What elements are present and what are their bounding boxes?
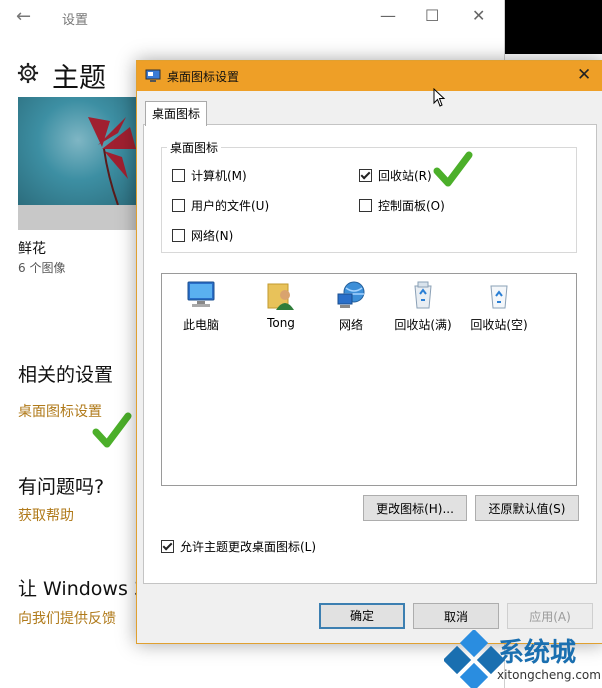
user-folder-icon — [267, 283, 294, 310]
checkbox-box[interactable] — [172, 199, 185, 212]
checkbox-box[interactable] — [359, 199, 372, 212]
dialog-close-icon[interactable]: ✕ — [577, 65, 591, 85]
list-item-this-pc[interactable]: 此电脑 — [166, 280, 236, 333]
checkbox-user-files[interactable]: 用户的文件(U) — [172, 197, 269, 214]
green-checkmark-icon — [92, 412, 132, 448]
list-item-recycle-bin-full[interactable]: 回收站(满) — [388, 280, 458, 333]
questions-heading: 有问题吗? — [18, 476, 105, 498]
list-item-user[interactable]: Tong — [246, 280, 316, 330]
recycle-bin-full-icon — [414, 281, 432, 309]
restore-default-button[interactable]: 还原默认值(S) — [475, 495, 579, 521]
related-settings-heading: 相关的设置 — [18, 364, 114, 386]
gear-icon — [17, 62, 39, 84]
checkbox-box[interactable] — [359, 169, 372, 182]
checkbox-network[interactable]: 网络(N) — [172, 227, 233, 244]
make-windows-better-heading: 让 Windows 3 — [18, 578, 146, 600]
close-icon[interactable]: ✕ — [472, 6, 485, 25]
back-arrow-icon[interactable]: ← — [16, 6, 31, 27]
checkbox-label: 允许主题更改桌面图标(L) — [180, 540, 317, 554]
network-icon — [337, 281, 365, 308]
theme-name: 鲜花 — [18, 241, 46, 257]
maximize-icon[interactable]: ☐ — [425, 6, 439, 25]
mouse-cursor-icon — [433, 88, 446, 107]
page-title: 主题 — [52, 63, 106, 94]
theme-preview-bar — [18, 205, 138, 230]
theme-image-count: 6 个图像 — [18, 261, 66, 275]
checkbox-allow-themes[interactable]: 允许主题更改桌面图标(L) — [161, 538, 316, 555]
checkbox-box[interactable] — [161, 540, 174, 553]
cancel-button[interactable]: 取消 — [413, 603, 499, 629]
checkbox-label: 计算机(M) — [191, 169, 247, 183]
change-icon-button[interactable]: 更改图标(H)... — [363, 495, 467, 521]
checkbox-label: 回收站(R) — [378, 169, 432, 183]
minimize-icon[interactable]: — — [380, 6, 396, 25]
checkbox-box[interactable] — [172, 229, 185, 242]
checkbox-recycle-bin[interactable]: 回收站(R) — [359, 167, 432, 184]
checkbox-label: 用户的文件(U) — [191, 199, 270, 213]
icon-label: 回收站(空) — [470, 318, 528, 332]
dialog-title: 桌面图标设置 — [167, 70, 240, 84]
dialog-titlebar[interactable]: 桌面图标设置 ✕ — [137, 61, 602, 91]
icon-list: 此电脑 Tong 网络 回收站(满) 回收站(空) — [161, 273, 577, 486]
apply-button[interactable]: 应用(A) — [507, 603, 593, 629]
desktop-settings-icon — [145, 69, 161, 82]
group-title: 桌面图标 — [167, 139, 222, 156]
settings-title: 设置 — [62, 13, 89, 28]
tab-desktop-icons[interactable]: 桌面图标 — [145, 101, 208, 126]
list-item-network[interactable]: 网络 — [316, 280, 386, 333]
checkbox-control-panel[interactable]: 控制面板(O) — [359, 197, 445, 214]
theme-preview[interactable] — [18, 97, 138, 230]
checkbox-label: 网络(N) — [191, 229, 234, 243]
computer-icon — [187, 281, 215, 307]
recycle-bin-empty-icon — [490, 285, 508, 309]
desktop-icon-settings-dialog: 桌面图标设置 ✕ 桌面图标 桌面图标 计算机(M) 回收站(R) 用户的文件(U… — [136, 60, 602, 644]
background-area — [505, 0, 602, 54]
checkbox-label: 控制面板(O) — [378, 199, 445, 213]
watermark-brand: 系统城 — [498, 638, 577, 668]
icon-label: 网络 — [338, 318, 363, 332]
icon-label: 回收站(满) — [394, 318, 452, 332]
theme-preview-image — [18, 97, 138, 206]
settings-titlebar: ← 设置 — ☐ ✕ — [0, 0, 504, 34]
ok-button[interactable]: 确定 — [319, 603, 405, 629]
flower-image — [88, 117, 136, 206]
green-checkmark-icon — [433, 151, 473, 187]
icon-label: Tong — [267, 316, 295, 330]
get-help-link[interactable]: 获取帮助 — [18, 505, 74, 525]
checkbox-box[interactable] — [172, 169, 185, 182]
desktop-icon-settings-link[interactable]: 桌面图标设置 — [18, 401, 102, 421]
list-item-recycle-bin-empty[interactable]: 回收站(空) — [464, 280, 534, 333]
icon-label: 此电脑 — [182, 318, 219, 332]
checkbox-computer[interactable]: 计算机(M) — [172, 167, 247, 184]
watermark-url: xitongcheng.com — [497, 668, 601, 682]
feedback-link[interactable]: 向我们提供反馈 — [18, 608, 116, 628]
